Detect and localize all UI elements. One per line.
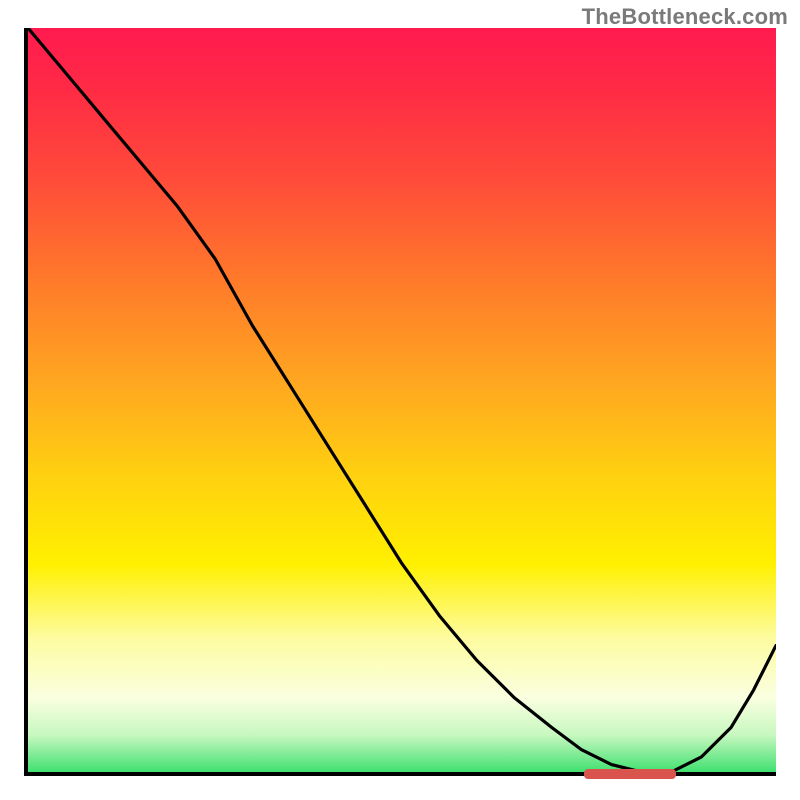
bottleneck-curve <box>28 28 776 772</box>
plot-area <box>24 28 776 776</box>
curve-layer <box>28 28 776 772</box>
minimum-marker <box>584 769 676 779</box>
watermark-text: TheBottleneck.com <box>582 4 788 30</box>
chart-container: TheBottleneck.com <box>0 0 800 800</box>
